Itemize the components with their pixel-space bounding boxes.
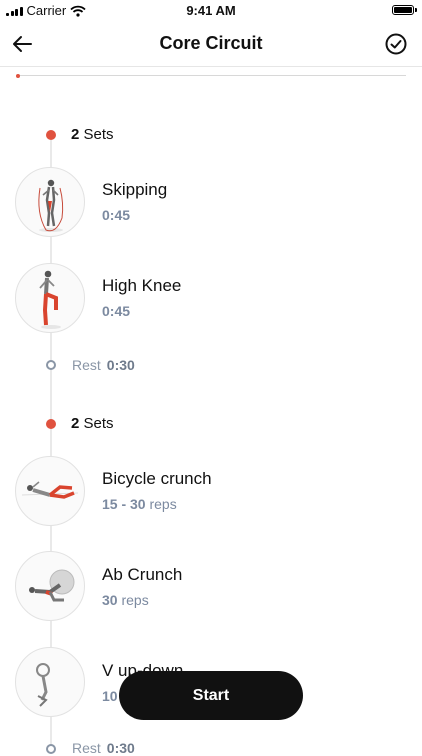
exercise-name: High Knee	[102, 276, 182, 295]
exercise-name: Ab Crunch	[102, 565, 183, 584]
exercise-thumbnail-bicycle-crunch[interactable]	[15, 456, 85, 526]
exercise-duration: 0:45	[102, 207, 131, 223]
exercise-duration: 0:45	[102, 303, 131, 319]
rest-duration: 0:30	[106, 740, 135, 756]
exercise-reps: 30 reps	[102, 592, 149, 608]
high-knee-figure-icon	[39, 270, 61, 329]
rest-row: Rest 0:30	[72, 740, 135, 756]
rest-row: Rest 0:30	[72, 357, 135, 373]
exercise-thumbnail-skipping[interactable]	[15, 167, 85, 237]
rest-label: Rest	[72, 357, 101, 373]
exercise-reps: 10	[102, 688, 118, 704]
exercise-name: Bicycle crunch	[102, 469, 212, 488]
progress-indicator	[16, 74, 20, 78]
sets-label: 2 Sets	[71, 415, 114, 432]
clock: 9:41 AM	[186, 3, 236, 18]
ab-crunch-figure-icon	[29, 569, 75, 602]
check-circle-icon[interactable]	[384, 32, 408, 56]
rest-marker	[46, 744, 56, 754]
battery-icon	[392, 5, 417, 15]
rest-label: Rest	[72, 740, 101, 756]
bicycle-crunch-figure-icon	[21, 481, 79, 499]
sets-label: 2 Sets	[71, 126, 114, 143]
exercise-reps: 15 - 30 reps	[102, 496, 177, 512]
status-bar: Carrier 9:41 AM	[0, 0, 422, 22]
workout-progress-bar	[16, 74, 406, 78]
set-marker	[46, 130, 56, 140]
rest-marker	[46, 360, 56, 370]
progress-track	[16, 75, 406, 76]
page-title: Core Circuit	[159, 33, 263, 53]
start-button[interactable]: Start	[119, 671, 303, 720]
exercise-thumbnail-ab-crunch[interactable]	[15, 551, 85, 621]
exercise-name: Skipping	[102, 180, 168, 199]
exercise-thumbnail-high-knee[interactable]	[15, 263, 85, 333]
skipping-figure-icon	[38, 179, 64, 232]
rest-duration: 0:30	[106, 357, 135, 373]
navigation-bar: Core Circuit	[0, 22, 422, 67]
set-marker	[46, 419, 56, 429]
v-up-down-figure-icon	[36, 663, 50, 707]
exercise-thumbnail-v-up-down[interactable]	[15, 647, 85, 717]
